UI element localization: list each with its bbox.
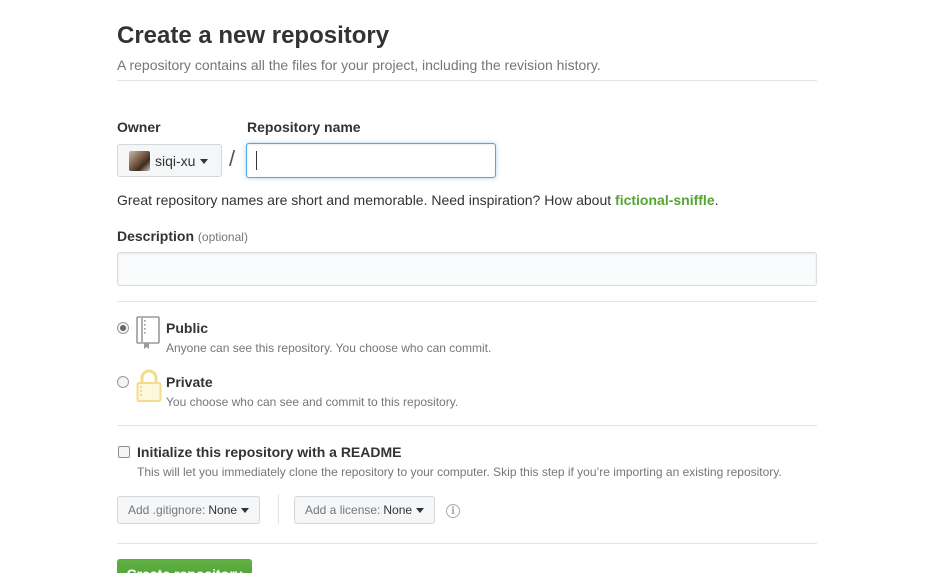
owner-label: Owner [117, 119, 161, 135]
repository-name-input[interactable] [246, 143, 496, 178]
license-value: None [383, 503, 413, 517]
readme-checkbox[interactable] [118, 446, 130, 458]
private-title: Private [166, 374, 213, 390]
gitignore-value: None [208, 503, 238, 517]
description-label: Description (optional) [117, 228, 248, 244]
license-dropdown[interactable]: Add a license: None [294, 496, 436, 524]
owner-repo-separator: / [229, 146, 236, 171]
public-note: Anyone can see this repository. You choo… [166, 341, 492, 355]
gitignore-label: Add .gitignore: [128, 503, 206, 517]
name-suggestion[interactable]: fictional-sniffle [615, 192, 715, 208]
hint-text: Great repository names are short and mem… [117, 192, 616, 208]
page-title: Create a new repository [117, 22, 390, 49]
divider [117, 425, 817, 426]
divider [117, 301, 817, 302]
divider [117, 80, 817, 81]
repo-book-icon [136, 316, 160, 349]
description-label-text: Description [117, 228, 195, 244]
gitignore-dropdown[interactable]: Add .gitignore: None [117, 496, 261, 524]
license-label: Add a license: [305, 503, 381, 517]
caret-down-icon [416, 508, 425, 513]
lock-icon [136, 369, 162, 402]
info-icon[interactable]: i [446, 504, 460, 518]
owner-name: siqi-xu [155, 152, 196, 169]
public-title: Public [166, 320, 209, 336]
private-radio[interactable] [117, 376, 129, 388]
page-subtitle: A repository contains all the files for … [117, 57, 601, 73]
private-note: You choose who can see and commit to thi… [166, 395, 459, 409]
text-cursor [256, 151, 257, 170]
readme-note: This will let you immediately clone the … [137, 465, 782, 479]
caret-down-icon [200, 159, 209, 164]
create-repository-button[interactable]: Create repository [117, 559, 252, 573]
avatar [129, 150, 150, 171]
divider [117, 543, 817, 544]
vertical-divider [278, 494, 279, 524]
repo-name-label: Repository name [247, 119, 361, 135]
owner-dropdown[interactable]: siqi-xu [117, 144, 222, 177]
create-repo-page: Create a new repository A repository con… [0, 0, 929, 573]
public-radio[interactable] [117, 322, 129, 334]
name-hint: Great repository names are short and mem… [117, 192, 719, 208]
readme-title: Initialize this repository with a README [137, 444, 402, 460]
caret-down-icon [241, 508, 250, 513]
hint-suffix: . [714, 192, 719, 208]
description-input[interactable] [117, 252, 817, 286]
optional-tag: (optional) [197, 230, 248, 244]
